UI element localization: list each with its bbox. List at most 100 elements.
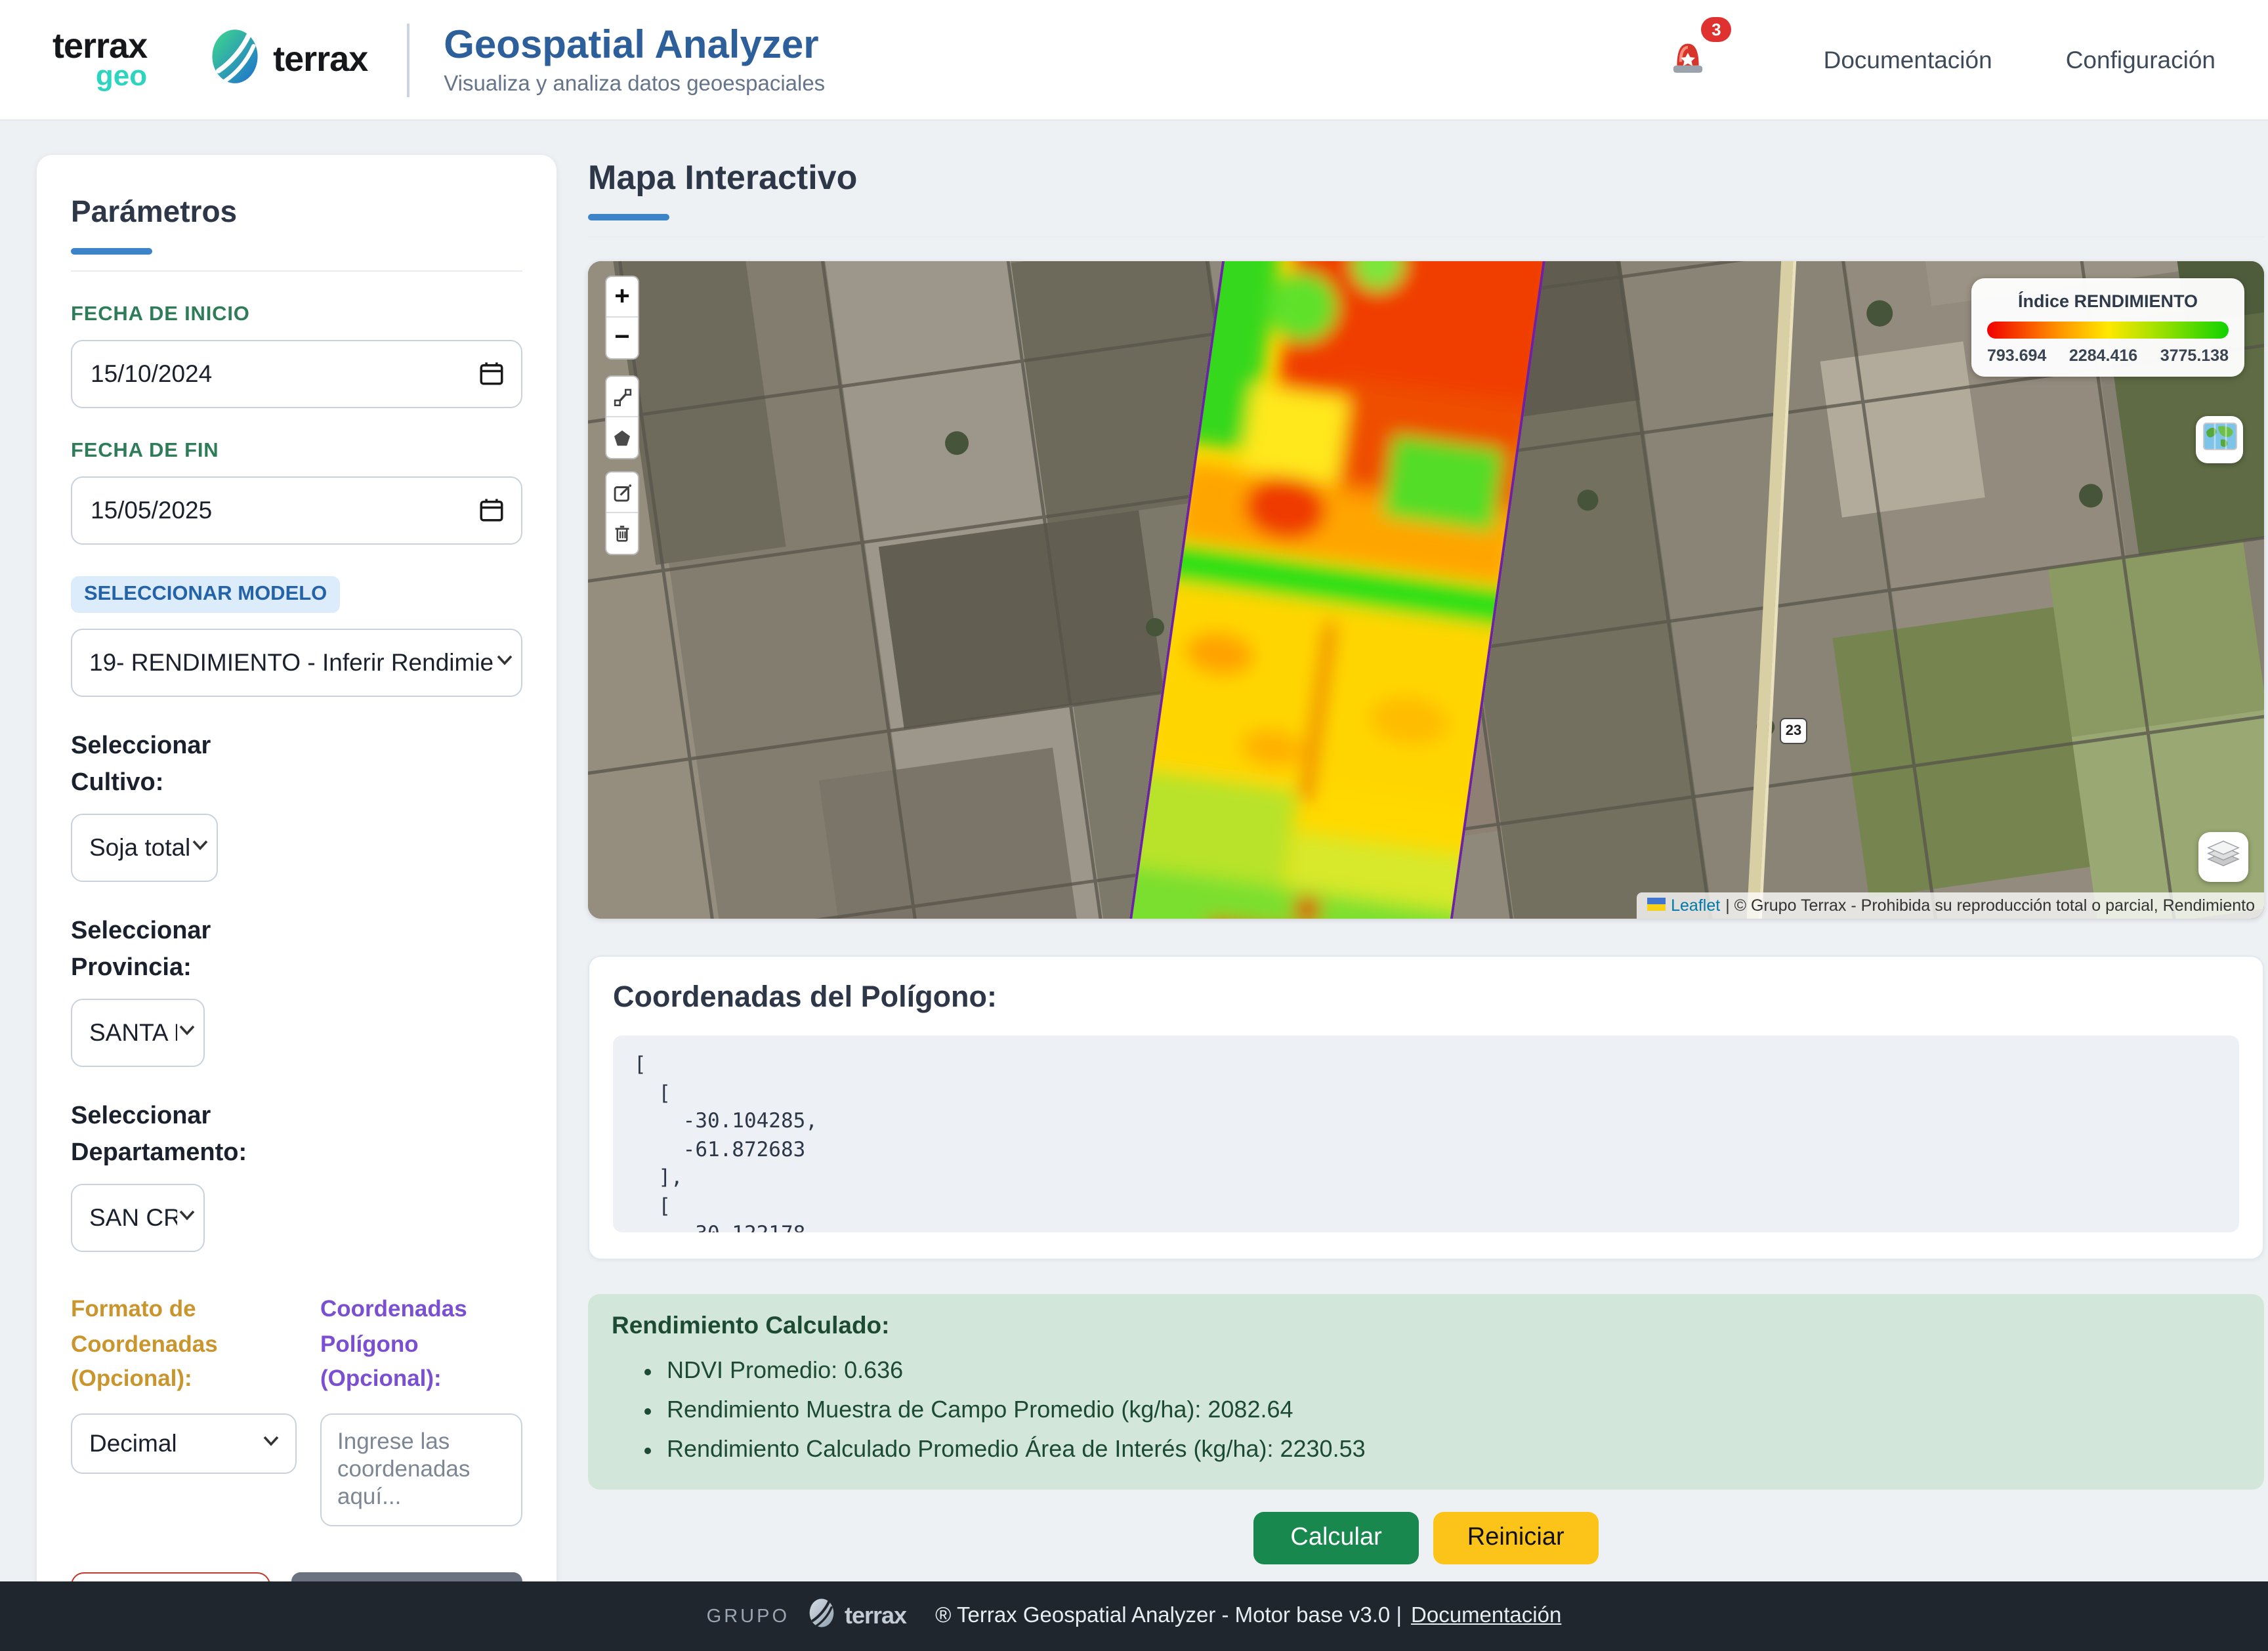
province-select[interactable]: SANTA FE xyxy=(71,999,205,1067)
alert-button[interactable]: 3 xyxy=(1666,33,1711,87)
department-label: Seleccionar Departamento: xyxy=(71,1098,281,1171)
zoom-control: + − xyxy=(605,276,639,360)
accent-bar xyxy=(71,248,152,255)
edit-layers-button[interactable] xyxy=(606,472,638,513)
result-field-sample: Rendimiento Muestra de Campo Promedio (k… xyxy=(667,1390,2240,1429)
coord-format-value: Decimal xyxy=(89,1429,177,1458)
divider xyxy=(71,270,522,272)
nav-documentacion[interactable]: Documentación xyxy=(1824,45,1992,74)
calculated-yield-title: Rendimiento Calculado: xyxy=(612,1311,2240,1340)
chevron-down-icon xyxy=(261,1432,281,1455)
legend-title: Índice RENDIMIENTO xyxy=(1987,291,2229,311)
calculated-yield-list: NDVI Promedio: 0.636 Rendimiento Muestra… xyxy=(667,1350,2240,1469)
yield-index-legend: Índice RENDIMIENTO 793.694 2284.416 3775… xyxy=(1971,278,2244,377)
header: terrax geo terrax Geospatial Analyzer Vi… xyxy=(0,0,2268,121)
header-titles: Geospatial Analyzer Visualiza y analiza … xyxy=(444,23,825,96)
terrax-logo-text: terrax xyxy=(273,39,368,80)
model-select[interactable]: 19- RENDIMIENTO - Inferir Rendimiento de… xyxy=(71,629,522,697)
chevron-down-icon xyxy=(190,836,210,860)
coord-format-label: Formato de Coordenadas (Opcional): xyxy=(71,1292,297,1396)
crop-label: Seleccionar Cultivo: xyxy=(71,728,281,801)
app-root: terrax geo terrax Geospatial Analyzer Vi… xyxy=(0,0,2268,1651)
app-subtitle: Visualiza y analiza datos geoespaciales xyxy=(444,72,825,96)
minimap-toggle-button[interactable] xyxy=(2196,416,2243,463)
province-label: Seleccionar Provincia: xyxy=(71,913,281,986)
polygon-coordinates-card: Coordenadas del Polígono: [ [ -30.104285… xyxy=(588,955,2264,1260)
start-date-label: FECHA DE INICIO xyxy=(71,303,522,327)
draw-control xyxy=(605,375,639,459)
model-label: SELECCIONAR MODELO xyxy=(71,576,340,613)
calculate-button[interactable]: Calcular xyxy=(1253,1511,1418,1564)
crop-select[interactable]: Soja total xyxy=(71,814,218,882)
legend-min: 793.694 xyxy=(1987,346,2046,365)
polygon-coords-textarea[interactable] xyxy=(320,1413,522,1526)
leaflet-link[interactable]: Leaflet xyxy=(1671,896,1720,915)
coord-options-row: Formato de Coordenadas (Opcional): Decim… xyxy=(71,1292,522,1534)
polygon-coords-col: Coordenadas Polígono (Opcional): xyxy=(320,1292,522,1534)
calendar-icon[interactable] xyxy=(478,360,505,394)
accent-bar xyxy=(588,214,669,220)
terrax-swirl-icon xyxy=(210,28,260,92)
result-ndvi: NDVI Promedio: 0.636 xyxy=(667,1350,2240,1390)
actions-row: Calcular Reiniciar xyxy=(588,1511,2264,1564)
draw-polygon-button[interactable] xyxy=(606,417,638,458)
parameters-panel: Parámetros FECHA DE INICIO FECHA DE FIN … xyxy=(37,155,556,1651)
divider xyxy=(588,236,2264,238)
result-aoi-average: Rendimiento Calculado Promedio Área de I… xyxy=(667,1430,2240,1469)
footer-brand: terrax xyxy=(845,1602,906,1630)
department-select[interactable]: SAN CRIST xyxy=(71,1184,205,1253)
chevron-down-icon xyxy=(177,1021,197,1045)
footer-group-label: GRUPO xyxy=(707,1606,789,1627)
footer: GRUPO terrax ® Terrax Geospatial Analyze… xyxy=(0,1581,2268,1651)
province-select-value: SANTA FE xyxy=(89,1018,177,1047)
map-attribution: Leaflet | © Grupo Terrax - Prohibida su … xyxy=(1637,892,2264,919)
alert-count-badge: 3 xyxy=(1701,17,1731,42)
route-shield: 23 xyxy=(1780,718,1807,744)
terrax-geo-logo-sub: geo xyxy=(52,62,147,91)
legend-max: 3775.138 xyxy=(2160,346,2229,365)
panel-title: Parámetros xyxy=(71,194,522,230)
polygon-coordinates-json[interactable]: [ [ -30.104285, -61.872683 ], [ -30.1221… xyxy=(613,1035,2239,1232)
terrax-geo-logo: terrax geo xyxy=(52,29,147,91)
footer-documentation-link[interactable]: Documentación xyxy=(1411,1604,1561,1629)
header-divider xyxy=(407,23,410,96)
crop-select-value: Soja total xyxy=(89,833,190,862)
end-date-label: FECHA DE FIN xyxy=(71,440,522,463)
coord-format-col: Formato de Coordenadas (Opcional): Decim… xyxy=(71,1292,297,1534)
legend-mid: 2284.416 xyxy=(2069,346,2137,365)
delete-layers-button[interactable] xyxy=(606,513,638,554)
reset-button[interactable]: Reiniciar xyxy=(1433,1511,1599,1564)
start-date-input[interactable] xyxy=(71,340,522,408)
layers-control-button[interactable] xyxy=(2198,832,2248,882)
chevron-down-icon xyxy=(177,1207,197,1230)
layers-icon xyxy=(2206,838,2240,876)
chevron-down-icon xyxy=(495,651,514,675)
legend-gradient-bar xyxy=(1987,322,2229,339)
end-date-wrap xyxy=(71,476,522,545)
nav-configuracion[interactable]: Configuración xyxy=(2066,45,2216,74)
siren-icon xyxy=(1666,63,1711,85)
draw-polyline-button[interactable] xyxy=(606,377,638,417)
map-section-title: Mapa Interactivo xyxy=(588,157,2264,198)
start-date-wrap xyxy=(71,340,522,408)
polygon-coords-label: Coordenadas Polígono (Opcional): xyxy=(320,1292,522,1396)
world-map-icon xyxy=(2202,421,2237,458)
polygon-coordinates-title: Coordenadas del Polígono: xyxy=(613,980,2239,1014)
content: Parámetros FECHA DE INICIO FECHA DE FIN … xyxy=(0,121,2268,1651)
zoom-in-button[interactable]: + xyxy=(606,277,638,318)
end-date-input[interactable] xyxy=(71,476,522,545)
legend-values: 793.694 2284.416 3775.138 xyxy=(1987,346,2229,365)
footer-text: ® Terrax Geospatial Analyzer - Motor bas… xyxy=(935,1604,1402,1629)
edit-control xyxy=(605,471,639,555)
zoom-out-button[interactable]: − xyxy=(606,318,638,358)
main-column: Mapa Interactivo xyxy=(588,155,2264,1564)
attribution-text: | © Grupo Terrax - Prohibida su reproduc… xyxy=(1725,896,2255,915)
terrax-logo: terrax xyxy=(210,28,368,92)
coord-format-select[interactable]: Decimal xyxy=(71,1413,297,1474)
app-title: Geospatial Analyzer xyxy=(444,23,825,68)
interactive-map[interactable]: + − xyxy=(588,261,2264,919)
terrax-swirl-icon xyxy=(789,1597,834,1635)
calendar-icon[interactable] xyxy=(478,496,505,530)
department-select-value: SAN CRIST xyxy=(89,1204,177,1233)
model-select-value: 19- RENDIMIENTO - Inferir Rendimiento de… xyxy=(89,648,495,677)
